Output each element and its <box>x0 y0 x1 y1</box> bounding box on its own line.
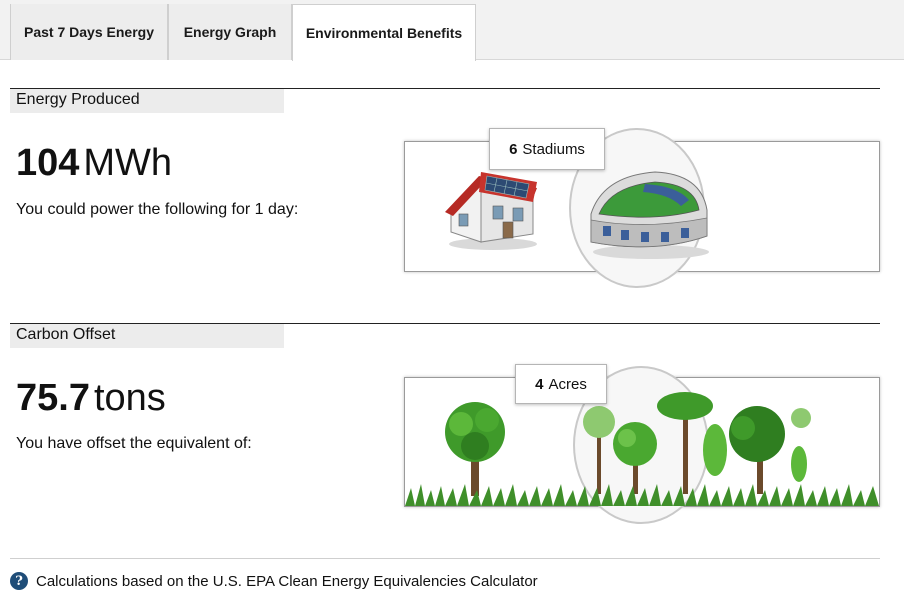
footer-divider <box>10 558 880 559</box>
footer-text: Calculations based on the U.S. EPA Clean… <box>36 572 538 590</box>
footer: ? Calculations based on the U.S. EPA Cle… <box>10 572 538 590</box>
energy-value-number: 104 <box>16 142 80 184</box>
stadiums-callout: 6 Stadiums <box>489 128 605 170</box>
carbon-offset-value: 75.7 tons <box>16 379 166 417</box>
energy-produced-value: 104 MWh <box>16 144 172 182</box>
tab-past-7-days-energy[interactable]: Past 7 Days Energy <box>10 4 168 60</box>
acres-label: Acres <box>548 375 587 393</box>
carbon-value-unit: tons <box>93 377 166 419</box>
tab-energy-graph[interactable]: Energy Graph <box>168 4 292 60</box>
stadiums-label: Stadiums <box>522 140 585 158</box>
energy-produced-section-header: Energy Produced <box>10 88 880 113</box>
grass-icon <box>405 484 879 506</box>
energy-produced-label: Energy Produced <box>10 89 284 113</box>
stadiums-count: 6 <box>509 140 518 158</box>
energy-equivalency-panel: 6 Stadiums <box>404 128 880 288</box>
carbon-description: You have offset the equivalent of: <box>16 435 252 452</box>
energy-value-unit: MWh <box>83 142 173 184</box>
carbon-offset-label: Carbon Offset <box>10 324 284 348</box>
tab-bar: Past 7 Days Energy Energy Graph Environm… <box>0 0 904 61</box>
carbon-value-number: 75.7 <box>16 377 90 419</box>
info-icon[interactable]: ? <box>10 572 28 590</box>
tab-environmental-benefits[interactable]: Environmental Benefits <box>292 4 476 61</box>
stadium-icon <box>590 171 709 259</box>
acres-callout: 4 Acres <box>515 364 607 404</box>
acres-count: 4 <box>535 375 544 393</box>
solar-house-icon <box>445 172 537 250</box>
carbon-offset-section-header: Carbon Offset <box>10 323 880 348</box>
carbon-equivalency-panel: 4 Acres <box>404 364 880 524</box>
energy-description: You could power the following for 1 day: <box>16 201 299 218</box>
